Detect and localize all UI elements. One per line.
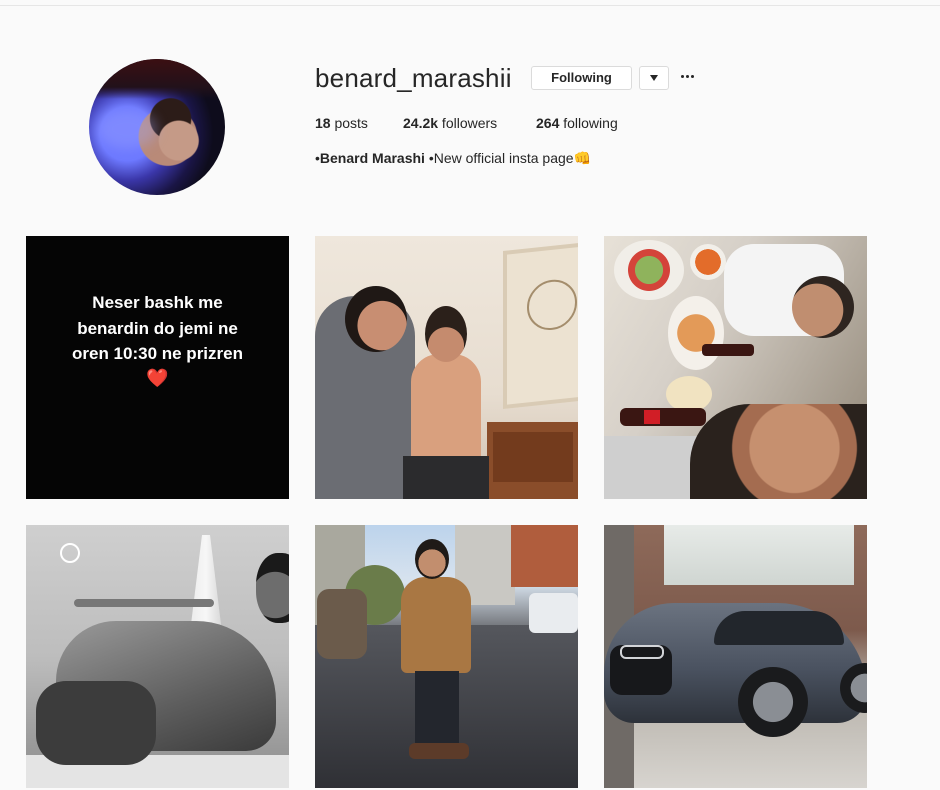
post-thumbnail-2[interactable]: [315, 236, 578, 499]
person-standing: [401, 577, 471, 673]
followers-count: 24.2k: [403, 115, 439, 131]
followers-stat[interactable]: 24.2k followers: [403, 115, 497, 131]
follow-options-button[interactable]: [639, 66, 669, 90]
more-options-button[interactable]: [681, 75, 695, 79]
following-label: following: [559, 115, 618, 131]
following-stat[interactable]: 264 following: [536, 115, 618, 131]
post-thumbnail-6[interactable]: [604, 525, 867, 788]
bio-emoji: 👊: [573, 150, 592, 166]
avatar-light: [97, 109, 157, 149]
avatar-ceiling: [89, 59, 225, 99]
post-1-caption-line-1: Neser bashk me: [92, 293, 223, 312]
profile-username: benard_marashii: [315, 63, 512, 93]
bio-name: Benard Marashi: [319, 150, 425, 166]
car-logo: [620, 645, 664, 659]
post-thumbnail-5[interactable]: [315, 525, 578, 788]
post-thumbnail-1[interactable]: Neser bashk me benardin do jemi ne oren …: [26, 236, 289, 499]
following-count: 264: [536, 115, 560, 131]
post-thumbnail-4[interactable]: [26, 525, 289, 788]
top-divider: [0, 5, 940, 6]
heart-icon: ❤️: [146, 368, 169, 388]
following-button[interactable]: Following: [531, 66, 632, 90]
post-1-caption-line-3: oren 10:30 ne prizren: [71, 344, 243, 363]
wall-poster: [503, 240, 578, 410]
post-1-caption-line-2: benardin do jemi ne: [77, 318, 238, 338]
bottle: [702, 344, 754, 356]
posts-label: posts: [330, 115, 368, 131]
food-plate: [614, 240, 684, 300]
watermark-logo: [60, 543, 80, 563]
post-1-caption: Neser bashk me benardin do jemi ne oren …: [26, 290, 289, 367]
chevron-down-icon: [650, 75, 658, 81]
person-selfie: [690, 404, 867, 499]
followers-label: followers: [438, 115, 498, 131]
bio-text: •New official insta page: [424, 150, 574, 166]
post-thumbnail-3[interactable]: [604, 236, 867, 499]
posts-count: 18: [315, 115, 331, 131]
profile-avatar[interactable]: [89, 59, 225, 195]
profile-bio: •Benard Marashi •New official insta page…: [315, 150, 591, 167]
posts-stat: 18 posts: [315, 115, 368, 131]
more-horizontal-icon: [681, 75, 684, 78]
